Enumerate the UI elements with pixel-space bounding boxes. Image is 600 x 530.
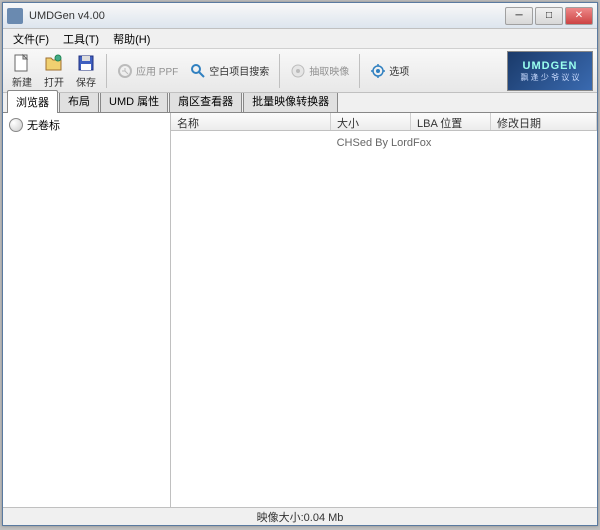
ppf-icon xyxy=(117,63,133,79)
app-window: UMDGen v4.00 ─ □ ✕ 文件(F) 工具(T) 帮助(H) 新建 … xyxy=(2,2,598,526)
extract-image-label: 抽取映像 xyxy=(309,63,349,78)
toolbar-separator xyxy=(279,54,280,88)
logo-subtitle: 飘 逢 少 爷 议 议 xyxy=(520,72,579,83)
new-file-icon xyxy=(12,53,32,73)
logo-box: UMDGEN 飘 逢 少 爷 议 议 xyxy=(507,51,593,91)
disc-icon xyxy=(9,118,23,132)
open-button[interactable]: 打开 xyxy=(39,50,69,92)
save-disk-icon xyxy=(76,53,96,73)
new-button[interactable]: 新建 xyxy=(7,50,37,92)
column-name[interactable]: 名称 xyxy=(171,113,331,130)
window-controls: ─ □ ✕ xyxy=(505,7,593,25)
new-label: 新建 xyxy=(12,74,32,89)
menu-tools[interactable]: 工具(T) xyxy=(57,29,105,49)
tree-pane: 无卷标 xyxy=(3,113,171,507)
open-label: 打开 xyxy=(44,74,64,89)
toolbar: 新建 打开 保存 应用 PPF 空白项目搜索 xyxy=(3,49,597,93)
extract-image-button[interactable]: 抽取映像 xyxy=(285,60,354,82)
minimize-button[interactable]: ─ xyxy=(505,7,533,25)
list-header: 名称 大小 LBA 位置 修改日期 xyxy=(171,113,597,131)
menubar: 文件(F) 工具(T) 帮助(H) xyxy=(3,29,597,49)
options-button[interactable]: 选项 xyxy=(365,60,414,82)
watermark-text: CHSed By LordFox xyxy=(337,137,432,149)
column-size[interactable]: 大小 xyxy=(331,113,411,130)
save-button[interactable]: 保存 xyxy=(71,50,101,92)
statusbar: 映像大小:0.04 Mb xyxy=(3,507,597,525)
list-pane: 名称 大小 LBA 位置 修改日期 CHSed By LordFox xyxy=(171,113,597,507)
column-date[interactable]: 修改日期 xyxy=(491,113,597,130)
options-label: 选项 xyxy=(389,63,409,78)
apply-ppf-button[interactable]: 应用 PPF xyxy=(112,60,183,82)
close-button[interactable]: ✕ xyxy=(565,7,593,25)
content-area: 无卷标 名称 大小 LBA 位置 修改日期 CHSed By LordFox xyxy=(3,113,597,507)
list-body: CHSed By LordFox xyxy=(171,131,597,507)
toolbar-separator xyxy=(359,54,360,88)
tab-browser[interactable]: 浏览器 xyxy=(7,90,58,113)
gear-icon xyxy=(370,63,386,79)
app-icon xyxy=(7,8,23,24)
blank-search-button[interactable]: 空白项目搜索 xyxy=(185,60,274,82)
open-folder-icon xyxy=(44,53,64,73)
toolbar-separator xyxy=(106,54,107,88)
search-icon xyxy=(190,63,206,79)
status-image-size: 映像大小:0.04 Mb xyxy=(257,509,344,525)
menu-file[interactable]: 文件(F) xyxy=(7,29,55,49)
window-title: UMDGen v4.00 xyxy=(29,10,505,22)
blank-search-label: 空白项目搜索 xyxy=(209,63,269,78)
extract-icon xyxy=(290,63,306,79)
menu-help[interactable]: 帮助(H) xyxy=(107,29,156,49)
save-label: 保存 xyxy=(76,74,96,89)
tabstrip: 浏览器 布局 UMD 属性 扇区查看器 批量映像转换器 xyxy=(3,93,597,113)
logo-title: UMDGEN xyxy=(523,60,578,72)
column-lba[interactable]: LBA 位置 xyxy=(411,113,491,130)
tree-root-item[interactable]: 无卷标 xyxy=(5,115,168,135)
apply-ppf-label: 应用 PPF xyxy=(136,63,178,78)
titlebar: UMDGen v4.00 ─ □ ✕ xyxy=(3,3,597,29)
maximize-button[interactable]: □ xyxy=(535,7,563,25)
tree-root-label: 无卷标 xyxy=(27,117,60,133)
